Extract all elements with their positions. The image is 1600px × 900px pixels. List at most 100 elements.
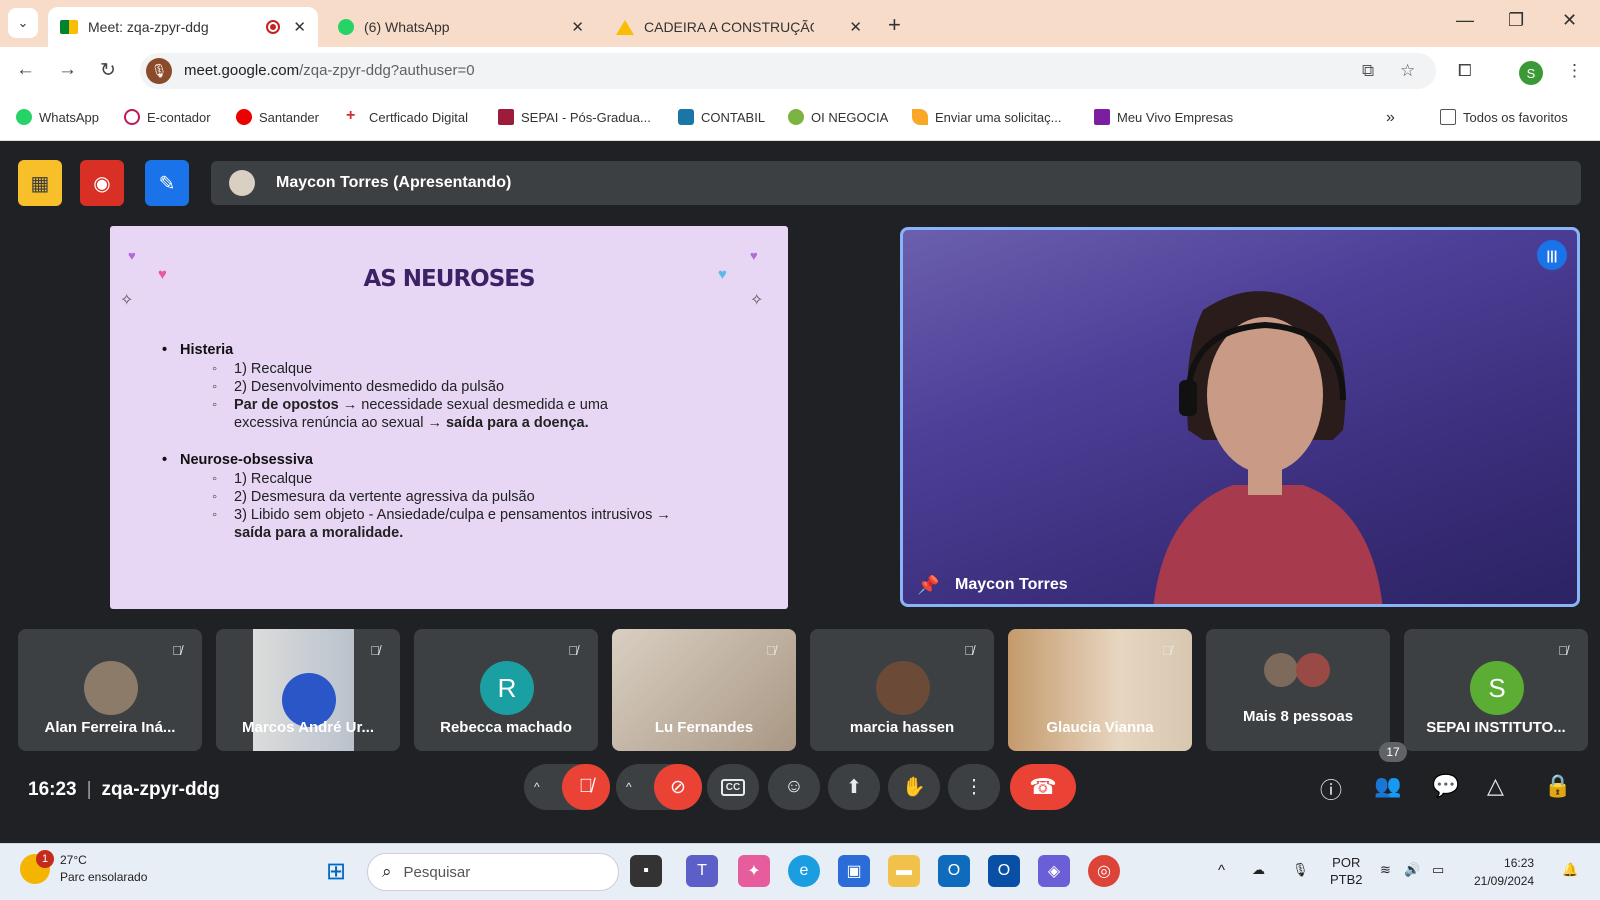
copilot-icon[interactable]: ✦ [738, 855, 770, 887]
battery-icon[interactable]: ▭ [1432, 862, 1444, 878]
edge-icon[interactable]: e [788, 855, 820, 887]
tab-drive[interactable]: CADEIRA A CONSTRUÇÃO DA S ✕ [604, 7, 874, 47]
close-tab-icon[interactable]: ✕ [571, 18, 584, 36]
url-text[interactable]: meet.google.com/zqa-zpyr-ddg?authuser=0 [184, 62, 475, 79]
outlook-icon[interactable]: O [938, 855, 970, 887]
address-bar[interactable]: 🎙 meet.google.com/zqa-zpyr-ddg?authuser=… [140, 53, 1436, 89]
tab-search-button[interactable]: ⌄ [8, 8, 38, 38]
captions-button[interactable]: CC [707, 764, 759, 810]
bookmark-certificado[interactable]: + Certficado Digital [346, 108, 468, 125]
tab-whatsapp[interactable]: (6) WhatsApp ✕ [326, 7, 596, 47]
participant-tile[interactable]: R 🎙̸ Rebecca machado [414, 629, 598, 751]
open-in-app-icon[interactable]: ⧉ [1362, 61, 1374, 81]
stop-presenting-button[interactable]: ▦ [18, 160, 62, 206]
back-icon[interactable]: ← [16, 59, 35, 81]
participant-tile[interactable]: S 🎙̸ SEPAI INSTITUTO... [1404, 629, 1588, 751]
bookmark-oi[interactable]: OI NEGOCIA [788, 109, 888, 125]
profile-avatar[interactable]: S [1519, 61, 1543, 85]
close-tab-icon[interactable]: ✕ [849, 18, 862, 36]
avatar [1264, 653, 1298, 687]
minimize-icon[interactable]: — [1456, 10, 1474, 31]
camera-toggle-button[interactable]: ^ ⊘ [616, 764, 702, 810]
bookmark-sepai[interactable]: SEPAI - Pós-Gradua... [498, 109, 651, 125]
extensions-icon[interactable]: ⧠ [1458, 61, 1472, 81]
teams-icon[interactable]: T [686, 855, 718, 887]
mic-permission-icon[interactable]: 🎙 [146, 58, 172, 84]
raise-hand-button[interactable]: ✋ [888, 764, 940, 810]
clock-date: 21/09/2024 [1474, 874, 1535, 888]
more-bookmarks-icon[interactable]: » [1386, 109, 1395, 127]
reactions-button[interactable]: ☺ [768, 764, 820, 810]
close-window-icon[interactable]: ✕ [1562, 10, 1577, 31]
slide-item-bold: saída para a moralidade. [234, 525, 404, 541]
vivo-icon [1094, 109, 1110, 125]
weather-widget[interactable]: 1 27°C Parc ensolarado [20, 850, 147, 886]
chevron-up-icon[interactable]: ^ [1218, 862, 1225, 879]
all-bookmarks[interactable]: Todos os favoritos [1440, 109, 1568, 125]
record-button[interactable]: ◉ [80, 160, 124, 206]
presenting-banner: Maycon Torres (Apresentando) [211, 161, 1581, 205]
meeting-details-icon[interactable]: ⓘ [1320, 773, 1342, 805]
more-options-button[interactable]: ⋮ [948, 764, 1000, 810]
windows-taskbar: 1 27°C Parc ensolarado ⊞ ⌕ Pesquisar ▪ T … [0, 843, 1600, 900]
close-tab-icon[interactable]: ✕ [293, 18, 306, 36]
people-icon[interactable]: 👥 [1374, 773, 1401, 799]
presenter-label: Maycon Torres (Apresentando) [276, 174, 512, 191]
forward-icon[interactable]: → [58, 59, 77, 81]
chevron-up-icon[interactable]: ^ [534, 780, 540, 794]
task-view-icon[interactable]: ▪ [630, 855, 662, 887]
mic-toggle-button[interactable]: ^ 🎙̸ [524, 764, 610, 810]
volume-icon[interactable]: 🔊 [1404, 862, 1420, 878]
wifi-icon[interactable]: ≋ [1380, 862, 1391, 878]
slide-item: Par de opostos → necessidade sexual desm… [212, 396, 674, 432]
app-icon[interactable]: ◈ [1038, 855, 1070, 887]
bookmark-contabil[interactable]: CONTABIL [678, 109, 765, 125]
menu-dots-icon[interactable]: ⋮ [1566, 61, 1583, 81]
meeting-info: 16:23 | zqa-zpyr-ddg [28, 779, 220, 800]
store-icon[interactable]: ▣ [838, 855, 870, 887]
avatar: S [1470, 661, 1524, 715]
bookmark-star-icon[interactable]: ☆ [1400, 61, 1415, 81]
reload-icon[interactable]: ↻ [100, 59, 116, 82]
restore-icon[interactable]: ❐ [1508, 10, 1524, 31]
mic-icon[interactable]: 🎙 [1292, 862, 1309, 878]
slide-heading: Neurose-obsessiva [162, 452, 313, 468]
onedrive-icon[interactable]: ☁ [1252, 862, 1265, 878]
windows-start-icon[interactable]: ⊞ [320, 855, 352, 887]
taskbar-clock[interactable]: 16:23 21/09/2024 [1474, 854, 1534, 890]
bookmark-whatsapp[interactable]: WhatsApp [16, 109, 99, 125]
participant-tile[interactable]: 🎙̸ Marcos André Ur... [216, 629, 400, 751]
activities-icon[interactable]: △ [1487, 773, 1504, 799]
taskbar-search[interactable]: ⌕ Pesquisar [367, 853, 619, 891]
more-participants-tile[interactable]: Mais 8 pessoas [1206, 629, 1390, 751]
participant-tile[interactable]: 🎙̸ Lu Fernandes [612, 629, 796, 751]
chevron-up-icon[interactable]: ^ [626, 780, 632, 794]
bookmark-enviar[interactable]: Enviar uma solicitaç... [912, 109, 1061, 125]
chat-icon[interactable]: 💬 [1432, 773, 1459, 799]
file-explorer-icon[interactable]: ▬ [888, 855, 920, 887]
santander-icon [236, 109, 252, 125]
tab-meet[interactable]: Meet: zqa-zpyr-ddg ✕ [48, 7, 318, 47]
bookmark-econtador[interactable]: E-contador [124, 109, 211, 125]
present-button[interactable]: ⬆ [828, 764, 880, 810]
outlook-classic-icon[interactable]: O [988, 855, 1020, 887]
camera-off-icon: ⊘ [654, 764, 702, 810]
language-indicator[interactable]: POR PTB2 [1330, 854, 1363, 888]
bookmark-santander[interactable]: Santander [236, 109, 319, 125]
whatsapp-icon [338, 19, 354, 35]
leave-call-button[interactable]: ☎ [1010, 764, 1076, 810]
host-controls-icon[interactable]: 🔒 [1544, 773, 1571, 799]
participant-tile[interactable]: 🎙̸ Alan Ferreira Iná... [18, 629, 202, 751]
notification-bell-icon[interactable]: 🔔 [1562, 862, 1578, 878]
participant-tile[interactable]: 🎙̸ marcia hassen [810, 629, 994, 751]
drive-icon [616, 19, 634, 35]
bookmark-vivo[interactable]: Meu Vivo Empresas [1094, 109, 1233, 125]
participant-tile[interactable]: 🎙̸ Glaucia Vianna [1008, 629, 1192, 751]
new-tab-icon[interactable]: + [888, 12, 901, 38]
search-icon: ⌕ [382, 862, 392, 881]
meet-favicon-icon [60, 20, 78, 34]
pin-icon[interactable]: 📌 [917, 575, 939, 596]
annotate-button[interactable]: ✎ [145, 160, 189, 206]
speaker-video[interactable]: ||| 📌 Maycon Torres [900, 227, 1580, 607]
chrome-icon[interactable]: ◎ [1088, 855, 1120, 887]
